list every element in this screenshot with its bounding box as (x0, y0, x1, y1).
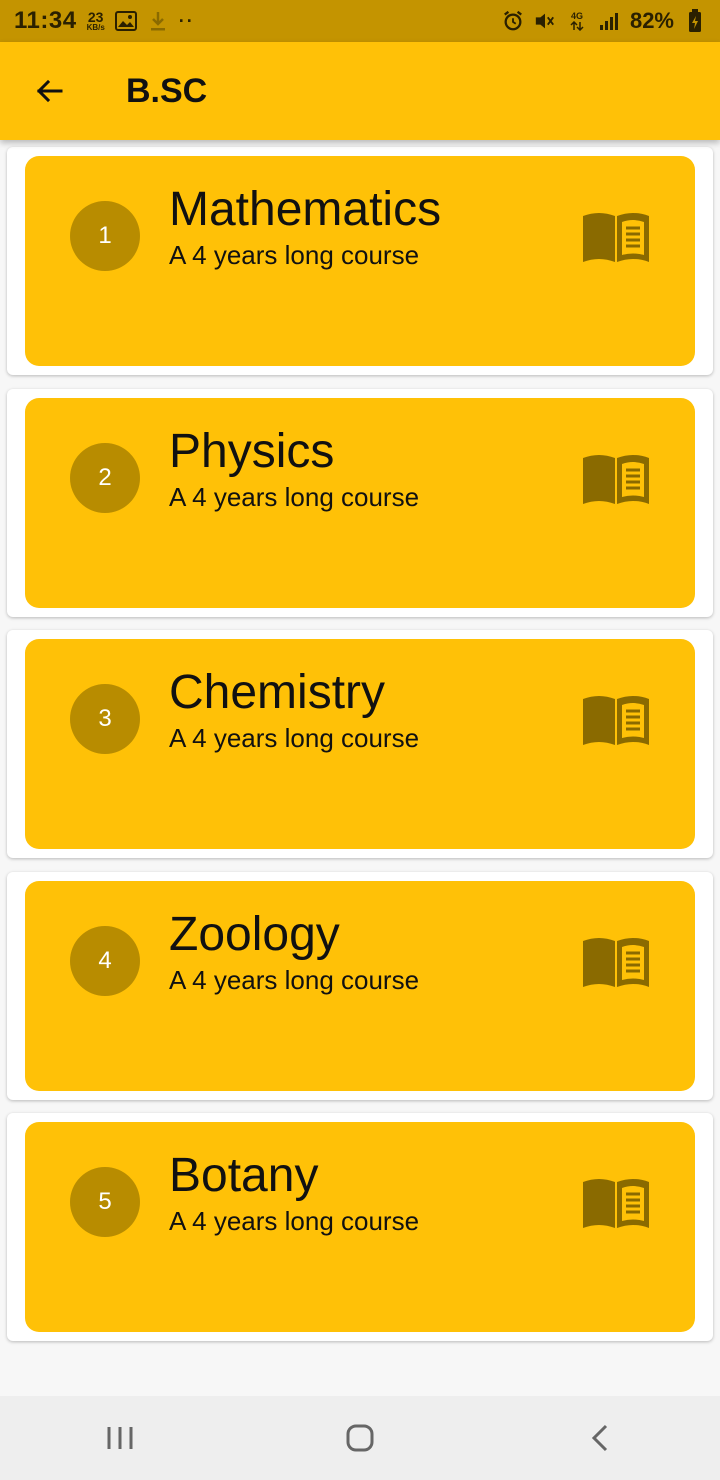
home-button[interactable] (320, 1408, 400, 1468)
book-icon (583, 213, 649, 262)
course-subtitle: A 4 years long course (169, 965, 420, 995)
course-title: Mathematics (169, 183, 442, 236)
recent-apps-button[interactable] (80, 1408, 160, 1468)
download-icon (147, 10, 169, 32)
chevron-left-icon (591, 1424, 608, 1452)
course-card-body[interactable]: 2 Physics A 4 years long course (25, 398, 695, 608)
book-icon (583, 938, 649, 987)
book-icon (583, 1179, 649, 1228)
course-title: Botany (169, 1149, 319, 1202)
course-card-body[interactable]: 1 Mathematics A 4 years long course (25, 156, 695, 366)
book-icon (583, 455, 649, 504)
course-card-body[interactable]: 3 Chemistry A 4 years long course (25, 639, 695, 849)
course-title: Chemistry (169, 666, 386, 719)
network-speed-unit: KB/s (86, 23, 105, 32)
course-card-botany[interactable]: 5 Botany A 4 years long course (7, 1113, 713, 1341)
back-nav-button[interactable] (560, 1408, 640, 1468)
alarm-icon (502, 10, 524, 32)
network-speed: 23 KB/s (87, 10, 105, 32)
arrow-back-icon (36, 79, 63, 103)
course-subtitle: A 4 years long course (169, 723, 420, 753)
course-card-body[interactable]: 4 Zoology A 4 years long course (25, 881, 695, 1091)
page-title: B.SC (126, 71, 208, 110)
course-number-badge: 3 (70, 684, 140, 754)
course-subtitle: A 4 years long course (169, 240, 420, 270)
battery-percent: 82% (629, 8, 674, 33)
course-title: Physics (169, 425, 335, 478)
battery-icon (684, 9, 706, 32)
back-button[interactable] (19, 61, 79, 121)
status-bar: 11:34 23 KB/s ·· 4G 82% (0, 0, 720, 42)
course-number-badge: 1 (70, 201, 140, 271)
network-type-icon: 4G (566, 10, 588, 32)
network-type-label: 4G (570, 10, 583, 21)
course-number-badge: 5 (70, 1167, 140, 1237)
course-subtitle: A 4 years long course (169, 482, 420, 512)
mute-icon (534, 10, 556, 32)
course-card-body[interactable]: 5 Botany A 4 years long course (25, 1122, 695, 1332)
course-number-badge: 4 (70, 926, 140, 996)
gallery-icon (114, 10, 137, 32)
course-card-zoology[interactable]: 4 Zoology A 4 years long course (7, 872, 713, 1100)
network-speed-value: 23 (87, 9, 104, 25)
app-bar: B.SC (0, 42, 720, 140)
course-card-physics[interactable]: 2 Physics A 4 years long course (7, 389, 713, 617)
course-number-badge: 2 (70, 443, 140, 513)
signal-icon (598, 10, 620, 32)
book-icon (583, 696, 649, 745)
home-icon (346, 1424, 374, 1452)
course-subtitle: A 4 years long course (169, 1206, 420, 1236)
course-card-mathematics[interactable]: 1 Mathematics A 4 years long course (7, 147, 713, 375)
course-title: Zoology (169, 908, 340, 961)
status-time: 11:34 (14, 7, 77, 34)
more-notifications-icon: ·· (178, 10, 195, 31)
course-card-chemistry[interactable]: 3 Chemistry A 4 years long course (7, 630, 713, 858)
recent-apps-icon (107, 1427, 133, 1449)
system-nav-bar (0, 1396, 720, 1480)
